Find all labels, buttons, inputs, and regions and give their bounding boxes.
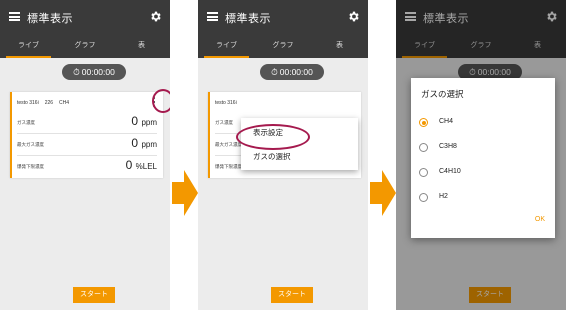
tab-graph[interactable]: グラフ (255, 34, 311, 58)
reading-label: 爆発下限濃度 (215, 164, 242, 169)
start-button[interactable]: スタート (73, 287, 115, 303)
gear-icon[interactable] (149, 10, 162, 23)
tab-table[interactable]: 表 (113, 34, 170, 58)
gas-option[interactable]: C4H10 (419, 166, 549, 180)
app-bar: 標準表示 (0, 0, 170, 34)
dialog-title: ガスの選択 (421, 89, 464, 99)
tab-table[interactable]: 表 (311, 34, 368, 58)
reading-value: 0 %LEL (125, 158, 157, 172)
reading-row: 爆発下限濃度 0 %LEL (17, 156, 157, 178)
tab-graph[interactable]: グラフ (57, 34, 113, 58)
reading-value: 0 ppm (131, 114, 157, 128)
device-number: 226 (44, 100, 54, 106)
gas-selection-dialog: ガスの選択 CH4 C3H8 C4H10 H2 OK (411, 78, 555, 238)
arrow-right-icon (370, 170, 396, 216)
highlight-circle-gas-selection (236, 124, 310, 150)
hamburger-menu-icon[interactable] (207, 12, 218, 21)
gas-option-label: H2 (439, 193, 448, 200)
app-bar: 標準表示 (198, 0, 368, 34)
gas-option[interactable]: C3H8 (419, 141, 549, 155)
reading-label: 爆発下限濃度 (17, 164, 44, 169)
app-title: 標準表示 (27, 13, 73, 25)
ok-button[interactable]: OK (535, 216, 545, 223)
gas-type: CH4 (59, 100, 70, 106)
start-button[interactable]: スタート (271, 287, 313, 303)
card-accent-bar (10, 92, 12, 178)
reading-value: 0 ppm (131, 136, 157, 150)
reading-row: ガス濃度 0 ppm (17, 112, 157, 134)
tab-bar: ライブ グラフ 表 (198, 34, 368, 58)
reading-label: 最大ガス濃度 (215, 142, 242, 147)
menu-item-gas-selection[interactable]: ガスの選択 (253, 151, 291, 162)
timer-value: 00:00:00 (81, 67, 115, 77)
app-title: 標準表示 (225, 13, 271, 25)
card-header: testo 316i (215, 100, 243, 106)
tab-live[interactable]: ライブ (0, 34, 57, 58)
gas-option[interactable]: H2 (419, 191, 549, 205)
reading-row: 最大ガス濃度 0 ppm (17, 134, 157, 156)
radio-selected-icon[interactable] (419, 118, 428, 127)
screen-gas-selection: 標準表示 ライブ グラフ 表 ⏱ 00:00:00 スタート ガスの選択 CH4 … (396, 0, 566, 310)
screen-options-menu: 標準表示 ライブ グラフ 表 ⏱ 00:00:00 testo 316i ガス濃度… (198, 0, 368, 310)
arrow-right-icon (172, 170, 198, 216)
radio-icon[interactable] (419, 143, 428, 152)
device-name: testo 316i (17, 100, 39, 106)
gas-option-label: C3H8 (439, 143, 457, 150)
reading-label: 最大ガス濃度 (17, 142, 44, 147)
gas-option[interactable]: CH4 (419, 116, 549, 130)
timer-badge: ⏱ 00:00:00 (260, 64, 324, 80)
timer-value: 00:00:00 (279, 67, 313, 77)
tab-live[interactable]: ライブ (198, 34, 255, 58)
measurement-card: testo 316i 226 CH4 ガス濃度 0 ppm 最大ガス濃度 0 ppm… (10, 92, 163, 178)
timer-icon: ⏱ (73, 67, 80, 77)
radio-icon[interactable] (419, 193, 428, 202)
timer-icon: ⏱ (271, 67, 278, 77)
radio-icon[interactable] (419, 168, 428, 177)
hamburger-menu-icon[interactable] (9, 12, 20, 21)
device-name: testo 316i (215, 100, 237, 106)
highlight-circle-menu (152, 89, 170, 113)
gas-option-label: CH4 (439, 118, 454, 125)
reading-label: ガス濃度 (17, 120, 35, 125)
card-header: testo 316i 226 CH4 (17, 100, 75, 106)
timer-badge: ⏱ 00:00:00 (62, 64, 126, 80)
tab-bar: ライブ グラフ 表 (0, 34, 170, 58)
reading-label: ガス濃度 (215, 120, 233, 125)
card-accent-bar (208, 92, 210, 178)
gear-icon[interactable] (347, 10, 360, 23)
screen-live-view: 標準表示 ライブ グラフ 表 ⏱ 00:00:00 testo 316i 226 CH… (0, 0, 170, 310)
gas-option-label: C4H10 (439, 168, 461, 175)
